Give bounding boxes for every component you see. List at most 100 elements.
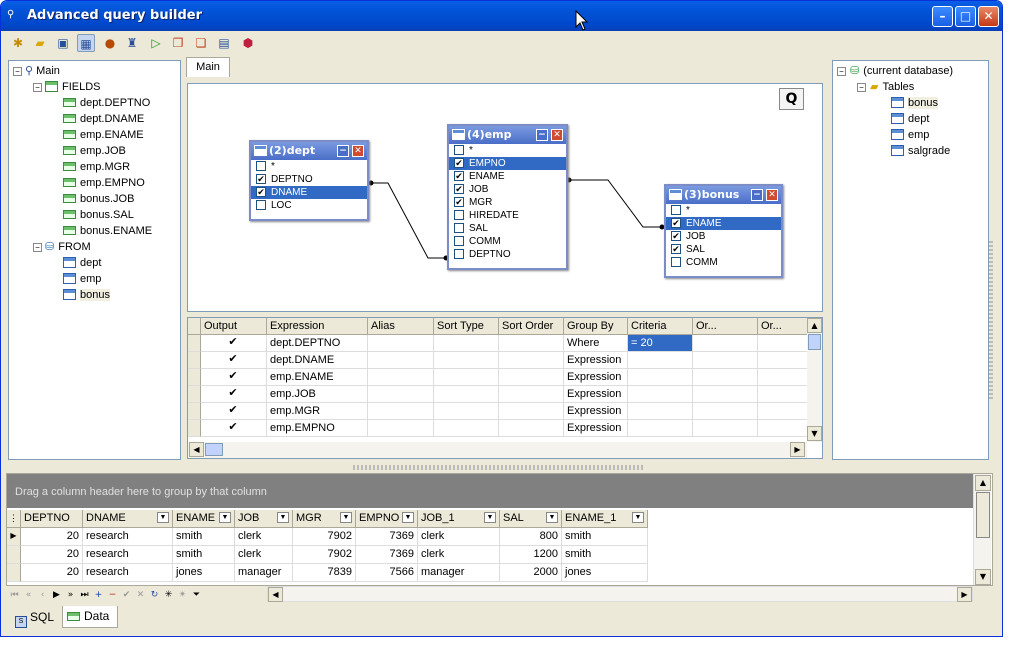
- tree-fields-node[interactable]: − FIELDS: [13, 79, 178, 95]
- grid-column-header[interactable]: Expression: [267, 318, 368, 335]
- grid-column-header[interactable]: Sort Type: [434, 318, 499, 335]
- results-cell[interactable]: manager: [418, 564, 500, 582]
- tree-field-item[interactable]: emp.ENAME: [13, 127, 178, 143]
- db-table-item[interactable]: salgrade: [837, 143, 987, 159]
- splitter-grip[interactable]: [989, 241, 993, 401]
- group-by-area[interactable]: Drag a column header here to group by th…: [7, 474, 973, 508]
- grid-row[interactable]: ✔ emp.MGR Expression: [188, 403, 808, 420]
- grid-cell-expr[interactable]: emp.EMPNO: [267, 420, 368, 437]
- output-checkbox[interactable]: ✔: [228, 405, 238, 416]
- chevron-down-icon[interactable]: ▼: [277, 512, 289, 523]
- results-row[interactable]: 20 research smith clerk 7902 7369 clerk 1200 smi…: [7, 546, 667, 564]
- grid-cell-stype[interactable]: [434, 403, 499, 420]
- table-box-field[interactable]: DEPTNO: [449, 248, 566, 261]
- grid-cell-stype[interactable]: [434, 386, 499, 403]
- field-checkbox[interactable]: ✔: [454, 197, 464, 207]
- grid-cell-alias[interactable]: [368, 420, 434, 437]
- results-cell[interactable]: 7369: [356, 528, 418, 546]
- scroll-thumb[interactable]: [976, 492, 990, 538]
- grid-cell-or2[interactable]: [758, 335, 808, 352]
- grid-cell-or1[interactable]: [693, 352, 758, 369]
- export-icon[interactable]: ▤: [215, 34, 233, 52]
- grid-column-header[interactable]: Or...: [758, 318, 808, 335]
- collapse-icon[interactable]: −: [13, 67, 22, 76]
- refresh-icon[interactable]: ↻: [149, 588, 160, 602]
- grid-cell-or1[interactable]: [693, 335, 758, 352]
- results-column-header[interactable]: SAL ▼: [500, 510, 562, 528]
- tree-field-item[interactable]: bonus.JOB: [13, 191, 178, 207]
- results-cell[interactable]: smith: [173, 546, 235, 564]
- field-checkbox[interactable]: ✔: [671, 231, 681, 241]
- scroll-thumb[interactable]: [808, 334, 821, 350]
- schema-icon[interactable]: ♜: [123, 34, 141, 52]
- results-cell[interactable]: 800: [500, 528, 562, 546]
- chevron-down-icon[interactable]: ▼: [402, 512, 414, 523]
- tree-field-item[interactable]: bonus.SAL: [13, 207, 178, 223]
- tree-field-item[interactable]: emp.EMPNO: [13, 175, 178, 191]
- output-checkbox[interactable]: ✔: [228, 371, 238, 382]
- grid-cell-expr[interactable]: emp.MGR: [267, 403, 368, 420]
- results-cell[interactable]: 20: [21, 564, 83, 582]
- collapse-icon[interactable]: −: [33, 243, 42, 252]
- table-box-field[interactable]: ✔ JOB: [449, 183, 566, 196]
- grid-cell-stype[interactable]: [434, 420, 499, 437]
- chevron-down-icon[interactable]: ▼: [632, 512, 644, 523]
- grid-column-header[interactable]: Sort Order: [499, 318, 564, 335]
- grid-cell-or2[interactable]: [758, 403, 808, 420]
- results-column-header[interactable]: DNAME ▼: [83, 510, 173, 528]
- grid-cell-out[interactable]: ✔: [201, 403, 267, 420]
- grid-cell-or2[interactable]: [758, 369, 808, 386]
- grid-cell-alias[interactable]: [368, 352, 434, 369]
- tab-data[interactable]: Data: [62, 606, 118, 628]
- table-box-emp[interactable]: (4)emp − ✕ * ✔ EMPNO ✔ ENAME ✔ JOB ✔ MGR HIREDATE SAL…: [447, 124, 568, 270]
- field-checkbox[interactable]: ✔: [256, 187, 266, 197]
- grid-cell-out[interactable]: ✔: [201, 352, 267, 369]
- results-cell[interactable]: clerk: [418, 528, 500, 546]
- results-cell[interactable]: 7902: [293, 528, 356, 546]
- horizontal-splitter[interactable]: [353, 465, 643, 470]
- results-cell[interactable]: clerk: [235, 528, 293, 546]
- grid-cell-out[interactable]: ✔: [201, 386, 267, 403]
- grid-row[interactable]: ✔ emp.JOB Expression: [188, 386, 808, 403]
- next-icon[interactable]: ▶: [51, 588, 62, 602]
- results-cell[interactable]: 7902: [293, 546, 356, 564]
- tree-from-node[interactable]: − ⛁ FROM: [13, 239, 178, 255]
- results-cell[interactable]: research: [83, 546, 173, 564]
- grid-cell-group[interactable]: Expression: [564, 369, 628, 386]
- results-column-header[interactable]: JOB_1 ▼: [418, 510, 500, 528]
- copy-icon[interactable]: ❐: [169, 34, 187, 52]
- goto-bookmark-icon[interactable]: ✴: [177, 588, 188, 602]
- grid-cell-sorder[interactable]: [499, 369, 564, 386]
- output-checkbox[interactable]: ✔: [228, 337, 238, 348]
- grid-cell-sorder[interactable]: [499, 403, 564, 420]
- query-grid[interactable]: Output Expression Alias Sort Type Sort Order…: [187, 317, 823, 459]
- minimize-icon[interactable]: −: [536, 129, 548, 141]
- results-cell[interactable]: smith: [562, 546, 648, 564]
- tree-field-item[interactable]: dept.DNAME: [13, 111, 178, 127]
- grid-row[interactable]: ✔ emp.ENAME Expression: [188, 369, 808, 386]
- prev-page-icon[interactable]: «: [23, 588, 34, 602]
- table-box-field[interactable]: HIREDATE: [449, 209, 566, 222]
- results-cell[interactable]: 7369: [356, 546, 418, 564]
- tab-main[interactable]: Main: [186, 57, 230, 77]
- table-box-dept[interactable]: (2)dept − ✕ * ✔ DEPTNO ✔ DNAME LOC: [249, 140, 369, 221]
- table-box-field[interactable]: *: [251, 160, 367, 173]
- field-checkbox[interactable]: [454, 249, 464, 259]
- grid-cell-crit[interactable]: [628, 369, 693, 386]
- grid-cell-or1[interactable]: [693, 386, 758, 403]
- new-icon[interactable]: ✱: [9, 34, 27, 52]
- database-icon[interactable]: ●: [101, 34, 119, 52]
- grid-column-header[interactable]: Criteria: [628, 318, 693, 335]
- grid-cell-group[interactable]: Expression: [564, 403, 628, 420]
- results-cell[interactable]: 20: [21, 528, 83, 546]
- chevron-down-icon[interactable]: ▼: [546, 512, 558, 523]
- grid-cell-alias[interactable]: [368, 369, 434, 386]
- db-table-item[interactable]: emp: [837, 127, 987, 143]
- field-checkbox[interactable]: ✔: [454, 158, 464, 168]
- results-cell[interactable]: 1200: [500, 546, 562, 564]
- open-icon[interactable]: ▰: [31, 34, 49, 52]
- table-box-field[interactable]: SAL: [449, 222, 566, 235]
- field-checkbox[interactable]: ✔: [671, 244, 681, 254]
- field-checkbox[interactable]: ✔: [454, 171, 464, 181]
- grid-cell-stype[interactable]: [434, 369, 499, 386]
